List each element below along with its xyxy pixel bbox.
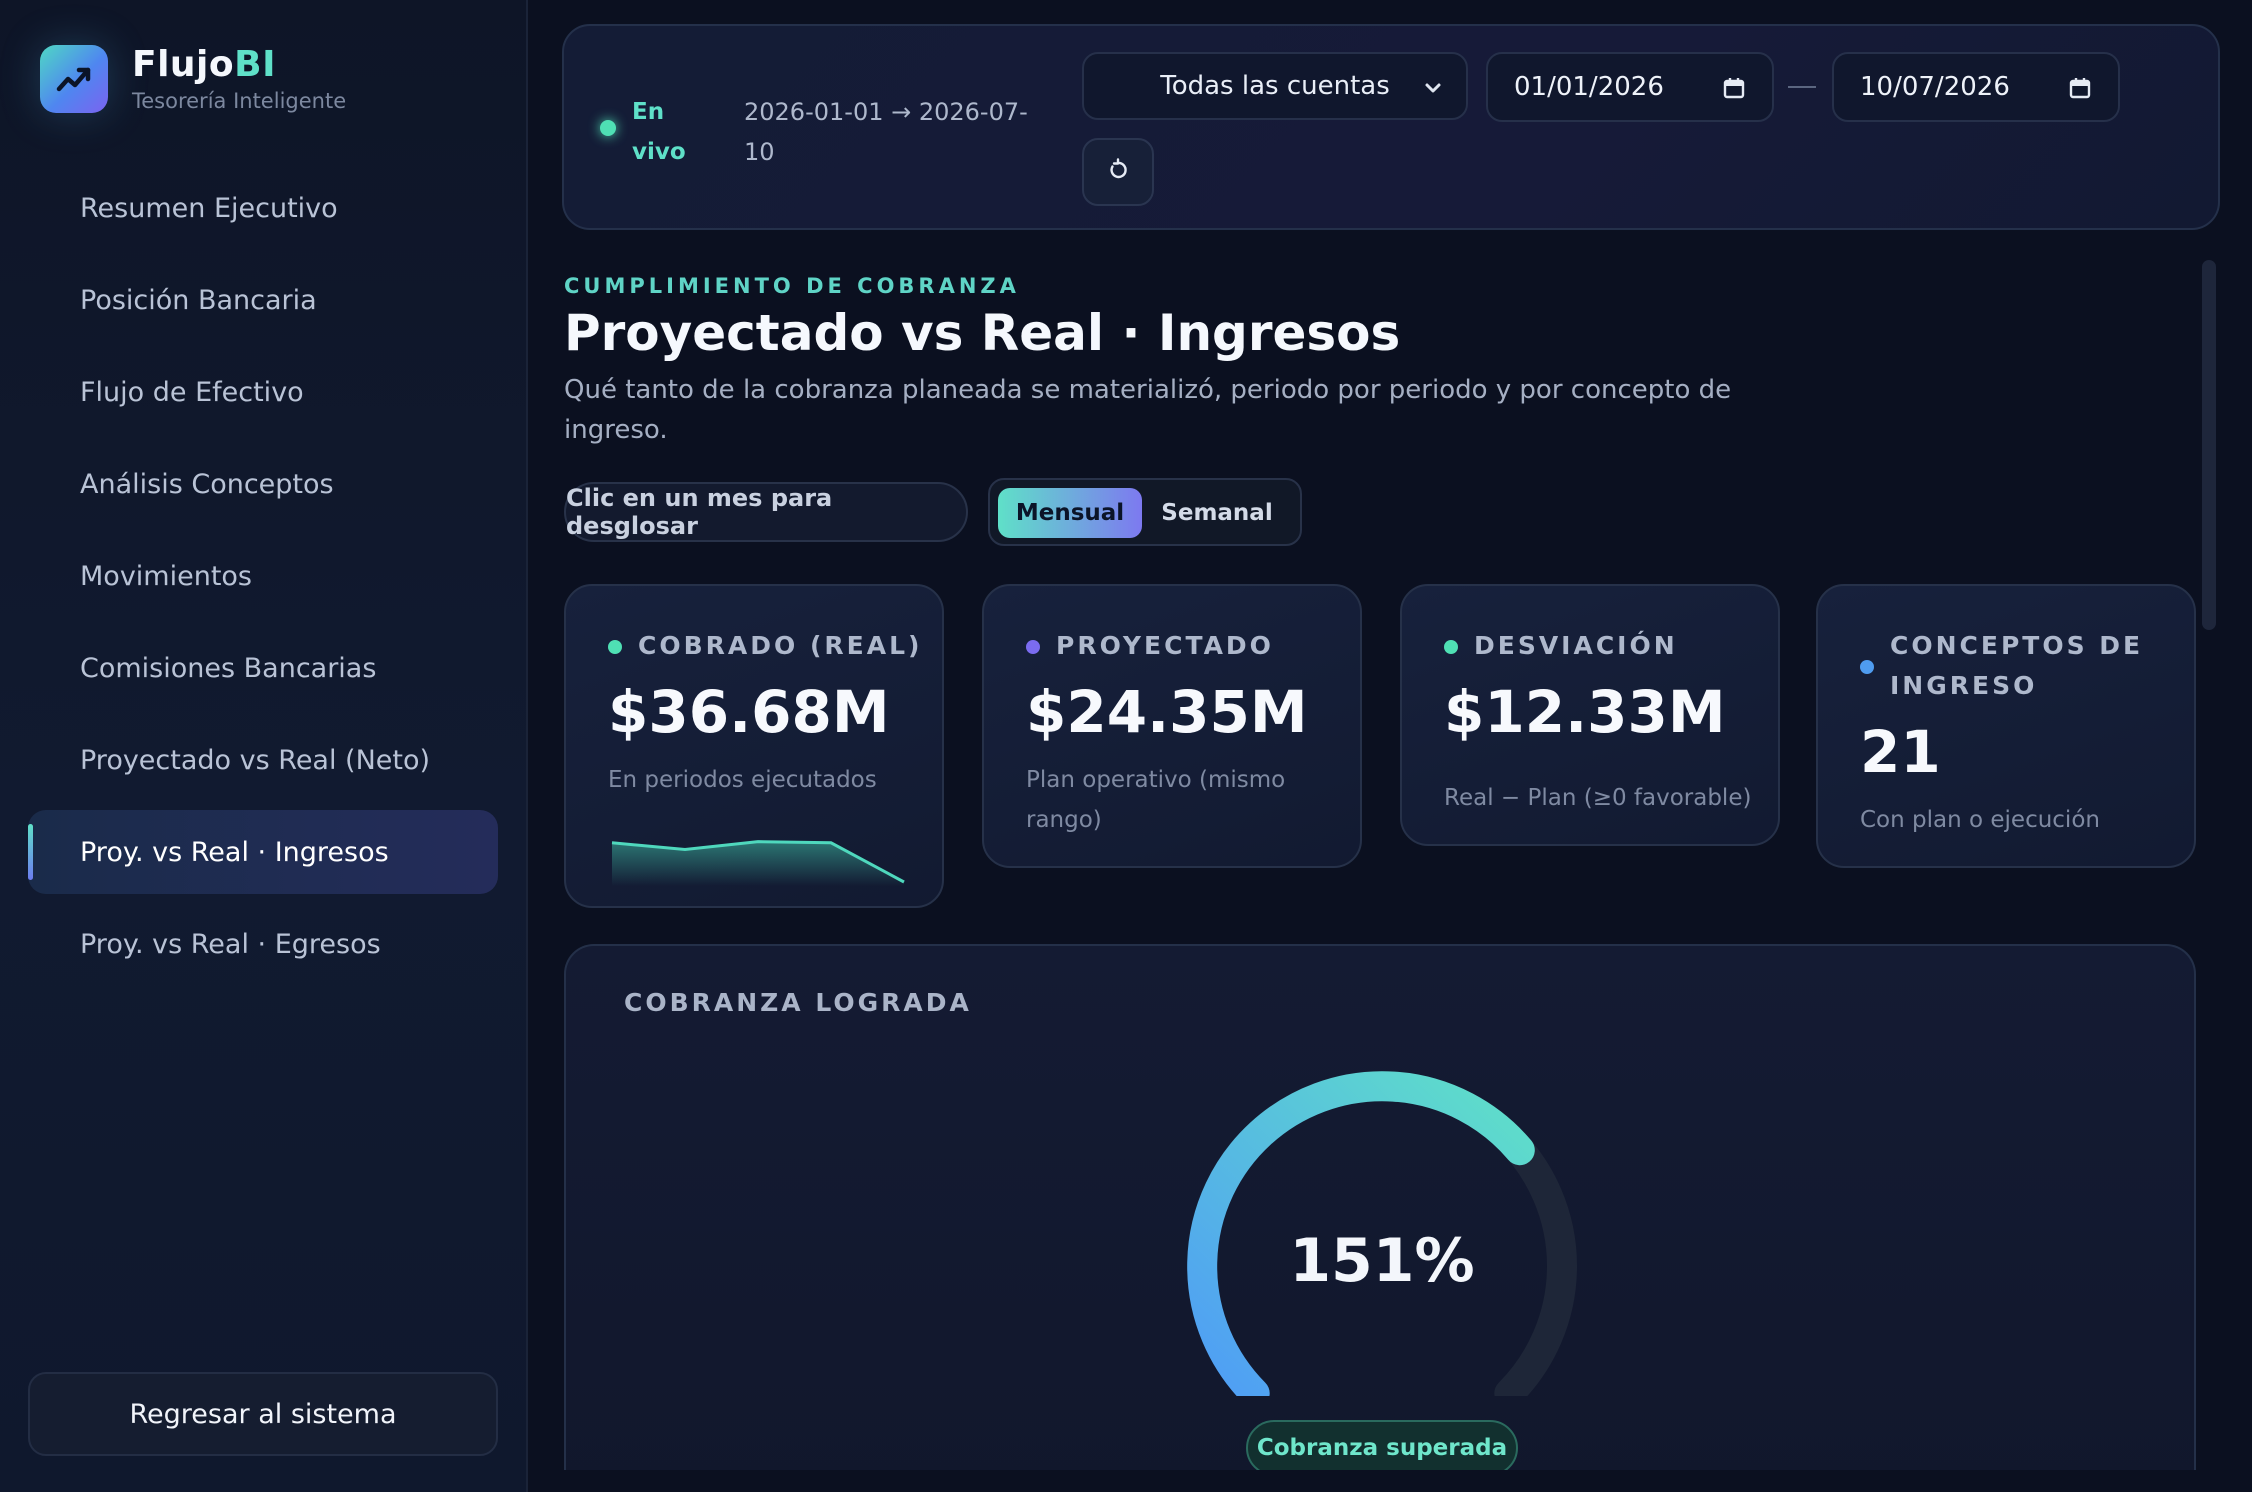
kpi-note: Plan operativo (mismo rango)	[1026, 767, 1286, 833]
bottom-edge	[528, 1470, 2252, 1492]
sidebar-item-proyectado-vs-real-neto[interactable]: Proyectado vs Real (Neto)	[28, 718, 498, 802]
kpi-note: En periodos ejecutados	[608, 767, 877, 793]
live-dot-icon	[600, 120, 616, 136]
panel-title: COBRANZA LOGRADA	[624, 988, 972, 1017]
section-eyebrow: CUMPLIMIENTO DE COBRANZA	[564, 274, 1020, 298]
brand-subtitle: Tesorería Inteligente	[132, 89, 347, 113]
sidebar-item-resumen-ejecutivo[interactable]: Resumen Ejecutivo	[28, 166, 498, 250]
account-select-value: Todas las cuentas	[1160, 71, 1390, 101]
kpi-card-cobrado: COBRADO (REAL) $36.68M En periodos ejecu…	[564, 584, 944, 908]
sidebar-item-flujo-de-efectivo[interactable]: Flujo de Efectivo	[28, 350, 498, 434]
refresh-button[interactable]	[1082, 138, 1154, 206]
date-from-input[interactable]: 01/01/2026	[1486, 52, 1774, 122]
gauge-percent: 151%	[1289, 1226, 1475, 1296]
sidebar-nav: Resumen Ejecutivo Posición Bancaria Fluj…	[28, 166, 498, 994]
status-badge: Cobranza superada	[1246, 1420, 1518, 1476]
kpi-label: DESVIACIÓN	[1444, 626, 1764, 666]
status-dot-icon	[608, 640, 622, 654]
brand[interactable]: FlujoBI Tesorería Inteligente	[40, 44, 346, 113]
kpi-value: $12.33M	[1444, 678, 1726, 746]
kpi-card-proyectado: PROYECTADO $24.35M Plan operativo (mismo…	[982, 584, 1362, 868]
kpi-note: Real − Plan (≥0 favorable)	[1444, 785, 1752, 811]
filter-bar: En vivo 2026-01-01 → 2026-07-10 Todas la…	[562, 24, 2220, 230]
kpi-label: CONCEPTOS DE INGRESO	[1860, 626, 2160, 706]
collection-gauge-panel: COBRANZA LOGRADA 151% Cobranza superada	[564, 944, 2196, 1492]
sidebar-item-movimientos[interactable]: Movimientos	[28, 534, 498, 618]
kpi-label: PROYECTADO	[1026, 626, 1346, 666]
sidebar-item-analisis-conceptos[interactable]: Análisis Conceptos	[28, 442, 498, 526]
scrollbar-thumb[interactable]	[2202, 260, 2216, 630]
status-dot-icon	[1860, 660, 1874, 674]
toggle-weekly-button[interactable]: Semanal	[1142, 488, 1292, 538]
sidebar-item-comisiones-bancarias[interactable]: Comisiones Bancarias	[28, 626, 498, 710]
period-toggle: Mensual Semanal	[988, 478, 1302, 546]
refresh-icon	[1106, 158, 1130, 186]
page-title: Proyectado vs Real · Ingresos	[564, 304, 1401, 362]
date-range-separator	[1788, 86, 1816, 88]
live-indicator: En vivo	[600, 92, 692, 172]
kpi-card-conceptos: CONCEPTOS DE INGRESO 21 Con plan o ejecu…	[1816, 584, 2196, 868]
kpi-value: 21	[1860, 718, 1941, 786]
back-to-system-button[interactable]: Regresar al sistema	[28, 1372, 498, 1456]
date-range-summary: 2026-01-01 → 2026-07-10	[744, 98, 1028, 166]
drilldown-hint: Clic en un mes para desglosar	[564, 482, 968, 542]
sidebar-item-proy-vs-real-egresos[interactable]: Proy. vs Real · Egresos	[28, 902, 498, 986]
toggle-monthly-button[interactable]: Mensual	[998, 488, 1142, 538]
sidebar: FlujoBI Tesorería Inteligente Resumen Ej…	[0, 0, 528, 1492]
calendar-icon[interactable]	[2068, 76, 2092, 107]
kpi-label: COBRADO (REAL)	[608, 626, 928, 666]
brand-name: FlujoBI	[132, 44, 276, 85]
live-label: En vivo	[632, 99, 686, 165]
trend-up-icon	[40, 44, 108, 113]
status-dot-icon	[1444, 640, 1458, 654]
calendar-icon[interactable]	[1722, 76, 1746, 107]
date-to-input[interactable]: 10/07/2026	[1832, 52, 2120, 122]
kpi-value: $24.35M	[1026, 678, 1308, 746]
sidebar-item-posicion-bancaria[interactable]: Posición Bancaria	[28, 258, 498, 342]
sidebar-item-proy-vs-real-ingresos[interactable]: Proy. vs Real · Ingresos	[28, 810, 498, 894]
account-select[interactable]: Todas las cuentas	[1082, 52, 1468, 120]
page-description: Qué tanto de la cobranza planeada se mat…	[564, 375, 1732, 445]
date-from-value: 01/01/2026	[1514, 72, 1664, 102]
kpi-value: $36.68M	[608, 678, 890, 746]
status-dot-icon	[1026, 640, 1040, 654]
chevron-down-icon	[1422, 76, 1444, 106]
date-to-value: 10/07/2026	[1860, 72, 2010, 102]
kpi-note: Con plan o ejecución	[1860, 807, 2100, 833]
kpi-card-desviacion: DESVIACIÓN $12.33M Real − Plan (≥0 favor…	[1400, 584, 1780, 846]
kpi-sparkline	[611, 840, 905, 886]
